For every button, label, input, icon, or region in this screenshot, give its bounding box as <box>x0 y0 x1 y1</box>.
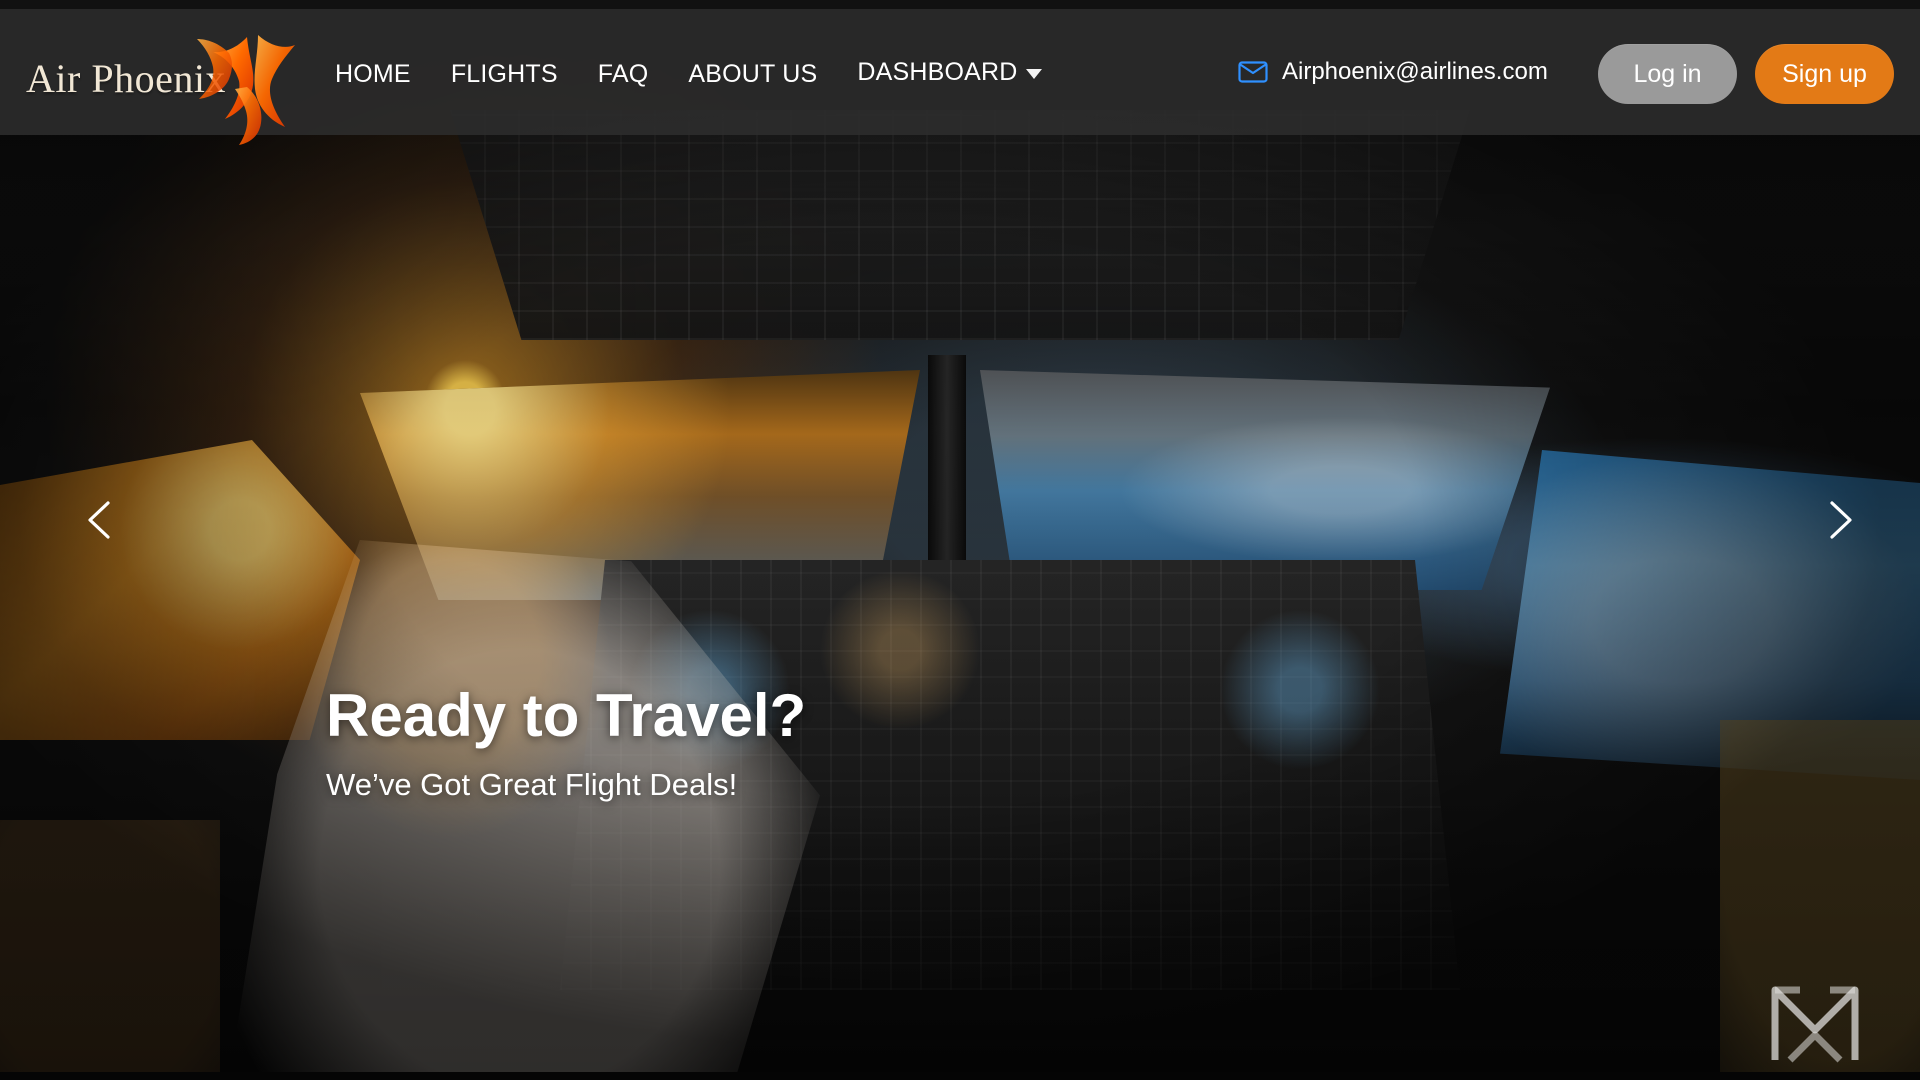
bottom-strip <box>0 1072 1920 1080</box>
hero-background <box>0 0 1920 1080</box>
login-button[interactable]: Log in <box>1598 44 1737 104</box>
nav-item-home[interactable]: HOME <box>335 61 411 87</box>
left-seat <box>0 820 220 1080</box>
hero-text: Ready to Travel? We’ve Got Great Flight … <box>326 684 806 803</box>
carousel-next-button[interactable] <box>1804 485 1874 555</box>
mail-icon <box>1238 61 1268 83</box>
top-strip <box>0 0 1920 9</box>
chevron-right-icon <box>1830 501 1852 539</box>
nav-item-dashboard[interactable]: DASHBOARD <box>857 57 1042 86</box>
nav-item-about-us[interactable]: ABOUT US <box>688 61 817 87</box>
carousel-prev-button[interactable] <box>66 485 136 555</box>
chevron-down-icon <box>1025 69 1042 79</box>
main-nav: HOME FLIGHTS FAQ ABOUT US DASHBOARD <box>335 54 1042 94</box>
contact-email[interactable]: Airphoenix@airlines.com <box>1238 58 1548 86</box>
nav-item-flights[interactable]: FLIGHTS <box>451 61 558 87</box>
site-header: Air Phoenix HOME FLIGHTS FAQ ABOUT US DA… <box>0 9 1920 145</box>
overhead-panel <box>450 110 1470 340</box>
signup-button[interactable]: Sign up <box>1755 44 1894 104</box>
nav-item-dashboard-label: DASHBOARD <box>857 57 1018 86</box>
nav-item-faq[interactable]: FAQ <box>598 61 649 87</box>
hero-subtitle: We’ve Got Great Flight Deals! <box>326 767 738 802</box>
brand[interactable]: Air Phoenix <box>26 27 295 145</box>
app-page: Air Phoenix HOME FLIGHTS FAQ ABOUT US DA… <box>0 0 1920 1080</box>
cockpit-center-pillar <box>928 355 966 575</box>
hero-title: Ready to Travel? <box>326 682 807 749</box>
contact-email-text: Airphoenix@airlines.com <box>1282 58 1548 85</box>
chevron-left-icon <box>88 501 110 539</box>
watermark-logo-icon <box>1771 986 1859 1063</box>
phoenix-icon <box>197 35 295 145</box>
cockpit-window-center-right <box>980 370 1550 590</box>
